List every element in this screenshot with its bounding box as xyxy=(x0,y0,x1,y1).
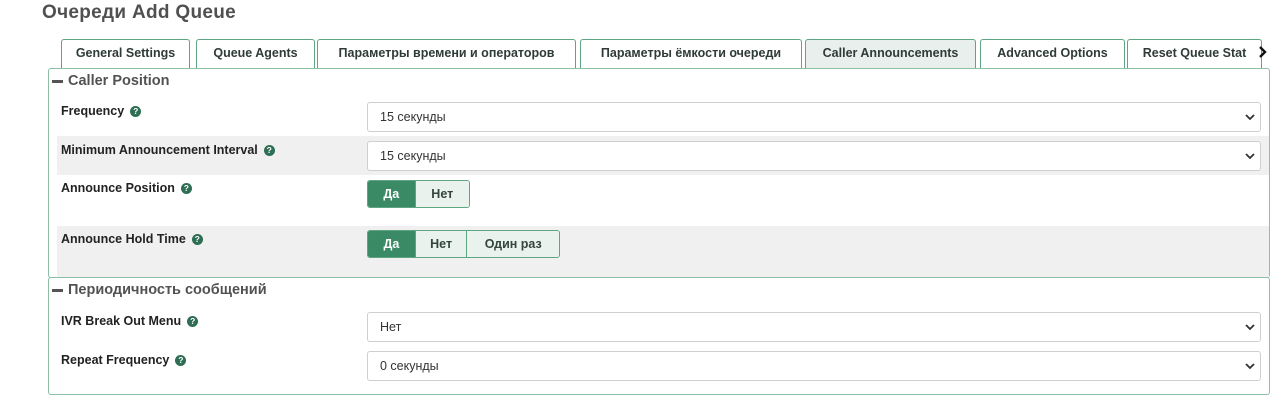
min-interval-select[interactable]: 15 секунды xyxy=(367,141,1261,171)
chevron-down-icon xyxy=(1245,363,1255,370)
ivr-breakout-row: IVR Break Out Menu ? Нет xyxy=(57,306,1269,346)
repeat-frequency-label-text: Repeat Frequency xyxy=(61,353,170,367)
ivr-breakout-value: Нет xyxy=(380,320,402,334)
chevron-right-icon[interactable] xyxy=(1254,42,1272,62)
question-circle-icon[interactable]: ? xyxy=(175,354,187,366)
min-interval-value: 15 секунды xyxy=(380,149,446,163)
section-title: Периодичность сообщений xyxy=(68,282,267,298)
minus-icon[interactable] xyxy=(52,79,63,83)
periodic-announcements-section: Периодичность сообщений IVR Break Out Me… xyxy=(48,277,1270,395)
announce-hold-time-yes-button[interactable]: Да xyxy=(368,231,415,257)
repeat-frequency-label: Repeat Frequency ? xyxy=(61,353,187,367)
page-title: Очереди Add Queue xyxy=(42,2,237,23)
min-interval-label-text: Minimum Announcement Interval xyxy=(61,143,258,157)
section-legend: Периодичность сообщений xyxy=(52,280,267,300)
tab-bar: General Settings Queue Agents Параметры … xyxy=(61,39,1280,68)
tab-caller-announcements[interactable]: Caller Announcements xyxy=(805,39,976,68)
ivr-breakout-select[interactable]: Нет xyxy=(367,312,1261,342)
announce-position-row: Announce Position ? Да Нет xyxy=(57,175,1269,226)
repeat-frequency-value: 0 секунды xyxy=(380,359,439,373)
chevron-down-icon xyxy=(1245,114,1255,121)
announce-position-toggle: Да Нет xyxy=(367,180,470,208)
question-circle-icon[interactable]: ? xyxy=(130,105,142,117)
caller-position-section: Caller Position Frequency ? 15 секунды M… xyxy=(48,68,1270,278)
question-circle-icon[interactable]: ? xyxy=(191,233,203,245)
repeat-frequency-row: Repeat Frequency ? 0 секунды xyxy=(57,346,1269,386)
section-title: Caller Position xyxy=(68,73,170,89)
frequency-value: 15 секунды xyxy=(380,110,446,124)
chevron-down-icon xyxy=(1245,324,1255,331)
section-legend: Caller Position xyxy=(52,71,170,91)
tab-advanced-options[interactable]: Advanced Options xyxy=(980,39,1125,68)
announce-position-label: Announce Position ? xyxy=(61,181,192,195)
announce-hold-time-toggle: Да Нет Один раз xyxy=(367,230,560,258)
tab-queue-agents[interactable]: Queue Agents xyxy=(196,39,315,68)
announce-position-yes-button[interactable]: Да xyxy=(368,181,415,207)
announce-position-label-text: Announce Position xyxy=(61,181,175,195)
announce-hold-time-label: Announce Hold Time ? xyxy=(61,232,203,246)
tab-time-and-agents[interactable]: Параметры времени и операторов xyxy=(317,39,576,68)
frequency-row: Frequency ? 15 секунды xyxy=(57,97,1269,135)
tab-reset-queue-stats[interactable]: Reset Queue Stat xyxy=(1127,39,1262,68)
tab-general-settings[interactable]: General Settings xyxy=(61,39,190,68)
chevron-down-icon xyxy=(1245,153,1255,160)
announce-hold-time-label-text: Announce Hold Time xyxy=(61,232,186,246)
announce-hold-time-no-button[interactable]: Нет xyxy=(414,231,467,257)
question-circle-icon[interactable]: ? xyxy=(187,315,199,327)
tab-queue-capacity[interactable]: Параметры ёмкости очереди xyxy=(580,39,802,68)
frequency-label: Frequency ? xyxy=(61,104,142,118)
ivr-breakout-label: IVR Break Out Menu ? xyxy=(61,314,199,328)
announce-hold-time-row: Announce Hold Time ? Да Нет Один раз xyxy=(57,226,1269,277)
repeat-frequency-select[interactable]: 0 секунды xyxy=(367,351,1261,381)
announce-hold-time-once-button[interactable]: Один раз xyxy=(466,231,559,257)
minus-icon[interactable] xyxy=(52,288,63,292)
frequency-select[interactable]: 15 секунды xyxy=(367,102,1261,132)
question-circle-icon[interactable]: ? xyxy=(263,144,275,156)
ivr-breakout-label-text: IVR Break Out Menu xyxy=(61,314,182,328)
question-circle-icon[interactable]: ? xyxy=(180,182,192,194)
min-interval-row: Minimum Announcement Interval ? 15 секун… xyxy=(57,136,1269,175)
frequency-label-text: Frequency xyxy=(61,104,125,118)
min-interval-label: Minimum Announcement Interval ? xyxy=(61,143,275,157)
announce-position-no-button[interactable]: Нет xyxy=(414,181,469,207)
